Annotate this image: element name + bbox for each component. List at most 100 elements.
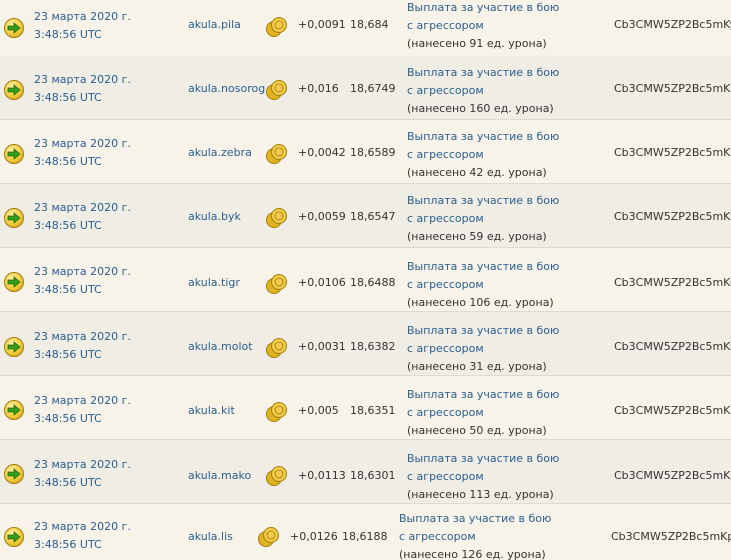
amount: +0,0042 xyxy=(298,146,346,159)
balance: 18,6301 xyxy=(350,469,396,482)
arrow-right-icon[interactable] xyxy=(4,208,24,228)
user-link[interactable]: akula.lis xyxy=(188,530,233,543)
table-row: 23 марта 2020 г. 3:48:56 UTC akula.tigr … xyxy=(0,248,731,312)
arrow-right-icon[interactable] xyxy=(4,272,24,292)
damage-note: (нанесено 126 ед. урона) xyxy=(399,548,546,560)
damage-note: (нанесено 106 ед. урона) xyxy=(407,296,554,309)
balance: 18,6351 xyxy=(350,404,396,417)
transactions-table: 23 марта 2020 г. 3:48:56 UTC akula.pila … xyxy=(0,0,731,560)
transaction-id: Cb3CMW5ZP2Bc5mKv xyxy=(614,210,731,223)
table-row: 23 марта 2020 г. 3:48:56 UTC akula.byk +… xyxy=(0,184,731,248)
table-row: 23 марта 2020 г. 3:48:56 UTC akula.kit +… xyxy=(0,376,731,440)
transaction-date: 23 марта 2020 г. 3:48:56 UTC xyxy=(34,137,131,168)
arrow-right-icon[interactable] xyxy=(4,18,24,38)
amount: +0,005 xyxy=(298,404,339,417)
description-link[interactable]: Выплата за участие в бою с агрессором xyxy=(407,258,567,294)
transaction-date: 23 марта 2020 г. 3:48:56 UTC xyxy=(34,330,131,361)
coin-stack-icon xyxy=(257,526,281,548)
description: Выплата за участие в бою с агрессором (на… xyxy=(407,64,567,118)
amount: +0,0031 xyxy=(298,340,346,353)
description-link[interactable]: Выплата за участие в бою с агрессором xyxy=(407,0,567,35)
amount: +0,0126 xyxy=(290,530,338,543)
transaction-id: Cb3CMW5ZP2Bc5mKx xyxy=(614,82,731,95)
description-link[interactable]: Выплата за участие в бою с агрессором xyxy=(407,128,567,164)
amount: +0,0059 xyxy=(298,210,346,223)
amount: +0,0106 xyxy=(298,276,346,289)
damage-note: (нанесено 113 ед. урона) xyxy=(407,488,554,501)
table-row: 23 марта 2020 г. 3:48:56 UTC akula.pila … xyxy=(0,0,731,62)
description-link[interactable]: Выплата за участие в бою с агрессором xyxy=(399,510,559,546)
transaction-date: 23 марта 2020 г. 3:48:56 UTC xyxy=(34,73,131,104)
description-link[interactable]: Выплата за участие в бою с агрессором xyxy=(407,450,567,486)
description: Выплата за участие в бою с агрессором (на… xyxy=(407,128,567,182)
table-row: 23 марта 2020 г. 3:48:56 UTC akula.lis +… xyxy=(0,504,731,560)
transaction-id: Cb3CMW5ZP2Bc5mKu xyxy=(614,276,731,289)
user-link[interactable]: akula.kit xyxy=(188,404,235,417)
user-link[interactable]: akula.byk xyxy=(188,210,241,223)
description: Выплата за участие в бою с агрессором (на… xyxy=(407,450,567,504)
user-link[interactable]: akula.tigr xyxy=(188,276,240,289)
table-row: 23 марта 2020 г. 3:48:56 UTC akula.zebra… xyxy=(0,120,731,184)
user-link[interactable]: akula.nosorog xyxy=(188,82,265,95)
table-row: 23 марта 2020 г. 3:48:56 UTC akula.nosor… xyxy=(0,56,731,120)
balance: 18,6188 xyxy=(342,530,388,543)
description: Выплата за участие в бою с агрессором (на… xyxy=(399,510,559,560)
transaction-date: 23 марта 2020 г. 3:48:56 UTC xyxy=(34,520,131,551)
coin-stack-icon xyxy=(265,337,289,359)
transaction-date: 23 марта 2020 г. 3:48:56 UTC xyxy=(34,394,131,425)
transaction-date: 23 марта 2020 г. 3:48:56 UTC xyxy=(34,458,131,489)
damage-note: (нанесено 50 ед. урона) xyxy=(407,424,547,437)
damage-note: (нанесено 59 ед. урона) xyxy=(407,230,547,243)
balance: 18,6547 xyxy=(350,210,396,223)
amount: +0,016 xyxy=(298,82,339,95)
description: Выплата за участие в бою с агрессором (на… xyxy=(407,192,567,246)
transaction-id: Cb3CMW5ZP2Bc5mKt xyxy=(614,340,731,353)
amount: +0,0113 xyxy=(298,469,346,482)
damage-note: (нанесено 42 ед. урона) xyxy=(407,166,547,179)
arrow-right-icon[interactable] xyxy=(4,144,24,164)
transaction-id: Cb3CMW5ZP2Bc5mKy xyxy=(614,18,731,31)
damage-note: (нанесено 160 ед. урона) xyxy=(407,102,554,115)
balance: 18,6589 xyxy=(350,146,396,159)
coin-stack-icon xyxy=(265,207,289,229)
user-link[interactable]: akula.pila xyxy=(188,18,241,31)
user-link[interactable]: akula.molot xyxy=(188,340,253,353)
arrow-right-icon[interactable] xyxy=(4,400,24,420)
transaction-date: 23 марта 2020 г. 3:48:56 UTC xyxy=(34,10,131,41)
transaction-date: 23 марта 2020 г. 3:48:56 UTC xyxy=(34,265,131,296)
balance: 18,6382 xyxy=(350,340,396,353)
coin-stack-icon xyxy=(265,79,289,101)
coin-stack-icon xyxy=(265,273,289,295)
description: Выплата за участие в бою с агрессором (на… xyxy=(407,0,567,53)
amount: +0,0091 xyxy=(298,18,346,31)
damage-note: (нанесено 31 ед. урона) xyxy=(407,360,547,373)
damage-note: (нанесено 91 ед. урона) xyxy=(407,37,547,50)
description: Выплата за участие в бою с агрессором (на… xyxy=(407,322,567,376)
description: Выплата за участие в бою с агрессором (на… xyxy=(407,386,567,440)
arrow-right-icon[interactable] xyxy=(4,80,24,100)
description-link[interactable]: Выплата за участие в бою с агрессором xyxy=(407,192,567,228)
transaction-id: Cb3CMW5ZP2Bc5mKp xyxy=(611,530,731,543)
arrow-right-icon[interactable] xyxy=(4,527,24,547)
transaction-id: Cb3CMW5ZP2Bc5mKs xyxy=(614,404,731,417)
coin-stack-icon xyxy=(265,16,289,38)
table-row: 23 марта 2020 г. 3:48:56 UTC akula.mako … xyxy=(0,440,731,504)
description-link[interactable]: Выплата за участие в бою с агрессором xyxy=(407,386,567,422)
arrow-right-icon[interactable] xyxy=(4,464,24,484)
balance: 18,6488 xyxy=(350,276,396,289)
user-link[interactable]: akula.mako xyxy=(188,469,251,482)
coin-stack-icon xyxy=(265,401,289,423)
coin-stack-icon xyxy=(265,465,289,487)
transaction-id: Cb3CMW5ZP2Bc5mKr xyxy=(614,469,731,482)
user-link[interactable]: akula.zebra xyxy=(188,146,252,159)
description: Выплата за участие в бою с агрессором (на… xyxy=(407,258,567,312)
description-link[interactable]: Выплата за участие в бою с агрессором xyxy=(407,322,567,358)
transaction-id: Cb3CMW5ZP2Bc5mKw xyxy=(614,146,731,159)
coin-stack-icon xyxy=(265,143,289,165)
transaction-date: 23 марта 2020 г. 3:48:56 UTC xyxy=(34,201,131,232)
arrow-right-icon[interactable] xyxy=(4,337,24,357)
balance: 18,684 xyxy=(350,18,389,31)
table-row: 23 марта 2020 г. 3:48:56 UTC akula.molot… xyxy=(0,312,731,376)
balance: 18,6749 xyxy=(350,82,396,95)
description-link[interactable]: Выплата за участие в бою с агрессором xyxy=(407,64,567,100)
